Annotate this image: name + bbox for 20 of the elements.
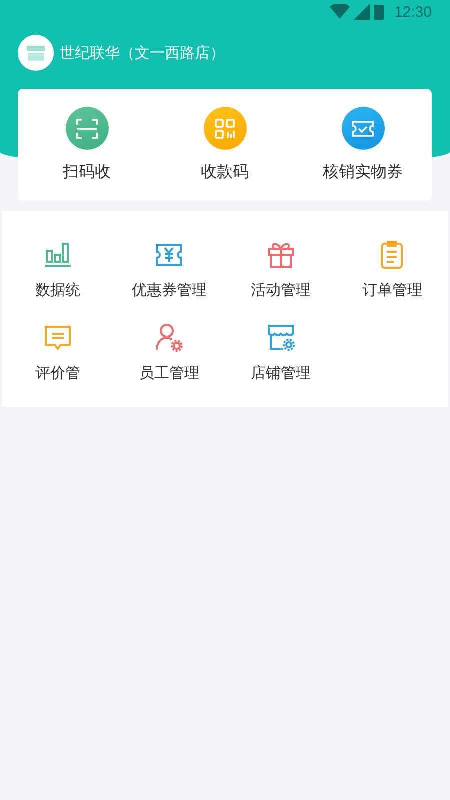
menu-item[interactable]: 数据统 [35, 281, 80, 300]
wifi-icon [330, 4, 350, 20]
menu-item[interactable]: 优惠券管理 [132, 281, 207, 300]
action-label[interactable]: 核销实物券 [323, 162, 403, 183]
qr-code-icon[interactable] [204, 107, 246, 150]
action-label[interactable]: 扫码收 [63, 162, 111, 183]
menu-item[interactable]: 评价管 [35, 364, 80, 383]
signal-icon [354, 4, 370, 20]
ticket-check-icon[interactable] [342, 107, 384, 150]
menu-item[interactable]: 员工管理 [139, 364, 200, 383]
battery-icon [374, 4, 384, 20]
store-icon [26, 44, 46, 62]
status-time: 12:30 [394, 4, 432, 20]
person-gear-icon [154, 322, 184, 352]
storefront-gear-icon [266, 322, 296, 352]
menu-item[interactable]: 订单管理 [362, 281, 422, 300]
action-label[interactable]: 收款码 [201, 162, 249, 183]
menu-item[interactable]: 活动管理 [250, 281, 311, 300]
scan-icon[interactable] [66, 107, 108, 150]
menu-item[interactable]: 店铺管理 [250, 364, 311, 383]
